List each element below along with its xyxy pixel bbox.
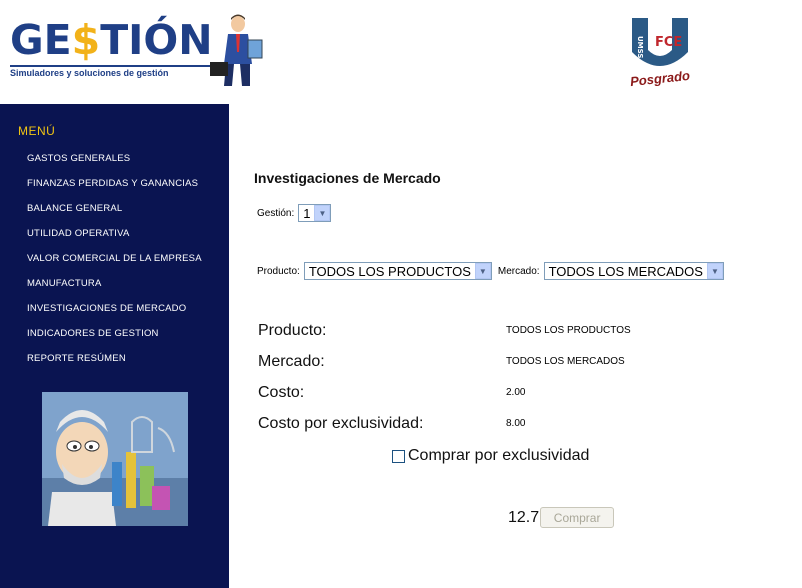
producto-info-label: Producto: [258, 322, 327, 339]
mercado-info-value: TODOS LOS MERCADOS [506, 356, 625, 367]
scientist-icon [42, 392, 188, 526]
producto-info-value: TODOS LOS PRODUCTOS [506, 325, 631, 336]
buy-row: 12.7 Comprar [508, 507, 615, 528]
scientist-illustration [42, 392, 188, 526]
comprar-button[interactable]: Comprar [540, 507, 615, 528]
exclusividad-label[interactable]: Comprar por exclusividad [408, 447, 589, 465]
mercado-select-value: TODOS LOS MERCADOS [548, 263, 703, 279]
producto-select[interactable]: TODOS LOS PRODUCTOS ▼ [303, 262, 492, 280]
header: GE$TIÓN Simuladores y soluciones de gest… [0, 0, 802, 104]
businessman-icon [210, 14, 263, 86]
producto-filter-label: Producto: [257, 265, 300, 277]
menu-item-finanzas[interactable]: FINANZAS PERDIDAS Y GANANCIAS [27, 178, 202, 203]
chevron-down-icon: ▼ [706, 263, 723, 279]
gestion-label: Gestión: [257, 207, 295, 219]
gestion-selector-row: Gestión: 1 ▼ [257, 204, 332, 222]
menu-item-balance-general[interactable]: BALANCE GENERAL [27, 203, 202, 228]
menu-item-manufactura[interactable]: MANUFACTURA [27, 278, 202, 303]
mercado-info-label: Mercado: [258, 353, 325, 370]
chevron-down-icon: ▼ [314, 205, 331, 221]
gestion-value: 1 [303, 205, 311, 221]
menu-item-reporte-resumen[interactable]: REPORTE RESÚMEN [27, 353, 202, 378]
badge-letters-left: UMSS [636, 36, 644, 58]
mercado-select[interactable]: TODOS LOS MERCADOS ▼ [543, 262, 724, 280]
menu-item-investigaciones[interactable]: INVESTIGACIONES DE MERCADO [27, 303, 202, 328]
menu-list: GASTOS GENERALES FINANZAS PERDIDAS Y GAN… [27, 153, 202, 378]
fce-shield-icon: UMSS FCE [632, 18, 688, 66]
filters-row: Producto: TODOS LOS PRODUCTOS ▼ Mercado:… [257, 262, 724, 280]
costo-label: Costo: [258, 384, 305, 401]
chevron-down-icon: ▼ [474, 263, 491, 279]
badge-letters-right: FCE [655, 35, 682, 50]
menu-item-gastos-generales[interactable]: GASTOS GENERALES [27, 153, 202, 178]
gestion-select[interactable]: 1 ▼ [298, 204, 332, 222]
menu-item-utilidad-operativa[interactable]: UTILIDAD OPERATIVA [27, 228, 202, 253]
logo-wordmark: GE$TIÓN [10, 16, 213, 64]
menu-item-indicadores[interactable]: INDICADORES DE GESTION [27, 328, 202, 353]
logo-tagline: Simuladores y soluciones de gestión [10, 65, 224, 78]
costo-exclusividad-value: 8.00 [506, 418, 526, 429]
price-value: 12.7 [508, 508, 540, 526]
menu-item-valor-comercial[interactable]: VALOR COMERCIAL DE LA EMPRESA [27, 253, 202, 278]
exclusividad-checkbox[interactable] [392, 449, 405, 463]
posgrado-badge: UMSS FCE Posgrado [628, 16, 698, 92]
costo-value: 2.00 [506, 387, 526, 398]
mercado-filter-label: Mercado: [497, 265, 540, 277]
page-title: Investigaciones de Mercado [254, 170, 441, 186]
producto-select-value: TODOS LOS PRODUCTOS [308, 263, 471, 279]
gestion-logo: GE$TIÓN Simuladores y soluciones de gest… [8, 12, 264, 92]
exclusividad-row: Comprar por exclusividad [392, 447, 589, 465]
menu-title: MENÚ [18, 124, 56, 138]
costo-exclusividad-label: Costo por exclusividad: [258, 415, 424, 432]
sidebar: MENÚ GASTOS GENERALES FINANZAS PERDIDAS … [0, 104, 229, 588]
